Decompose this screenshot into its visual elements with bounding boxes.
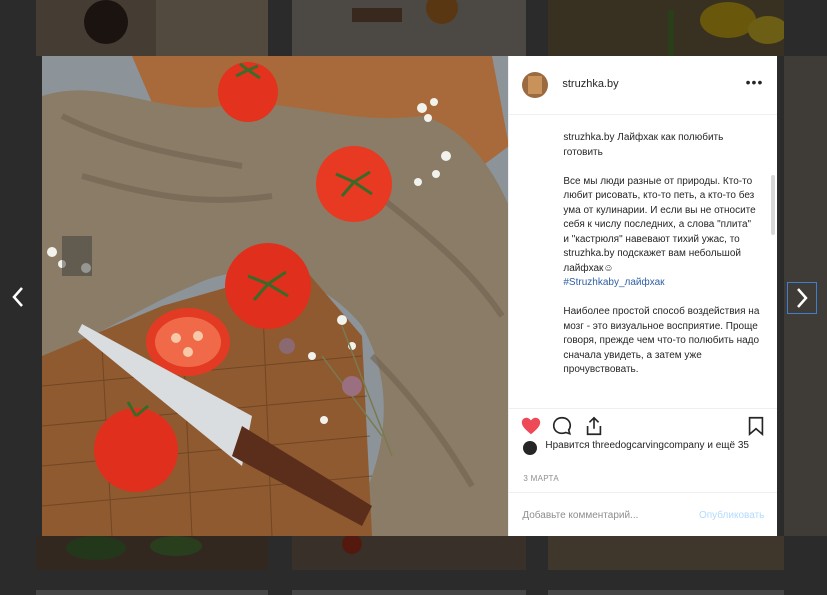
heart-icon <box>522 417 541 435</box>
caption-hashtag[interactable]: #Struzhkaby_лайфхак <box>563 277 664 288</box>
comment-form: Добавьте комментарий... Опубликовать <box>509 492 778 537</box>
like-button[interactable] <box>520 415 542 437</box>
user-avatar[interactable] <box>522 72 549 98</box>
post-photo[interactable] <box>42 56 509 536</box>
liker-username[interactable]: threedogcarvingcompany <box>592 440 704 451</box>
caption-username[interactable]: struzhka.by <box>563 132 614 143</box>
share-button[interactable] <box>583 415 605 437</box>
publish-comment-button[interactable]: Опубликовать <box>699 510 764 521</box>
chevron-right-icon <box>797 288 808 308</box>
post-header: struzhka.by ••• <box>509 56 778 115</box>
caption-scrollbar[interactable] <box>771 175 776 235</box>
post-caption: struzhka.by Лайфхак как полюбить готовит… <box>563 131 759 392</box>
likes-others[interactable]: и ещё 35 <box>705 440 749 451</box>
caption-paragraph-1: Все мы люди разные от природы. Кто-то лю… <box>563 175 756 274</box>
liker-avatar[interactable] <box>523 441 538 455</box>
post-sidebar: struzhka.by ••• struzhka.by Лайфхак как … <box>508 56 778 537</box>
comment-icon <box>553 416 572 436</box>
next-post-button[interactable] <box>787 282 817 314</box>
more-options-icon[interactable]: ••• <box>746 74 764 90</box>
comment-input[interactable]: Добавьте комментарий... <box>522 510 638 521</box>
post-date[interactable]: 3 МАРТА <box>523 474 559 483</box>
post-username[interactable]: struzhka.by <box>562 78 618 90</box>
caption-paragraph-2: Наиболее простой способ воздействия на м… <box>563 306 760 375</box>
caption-scroll-area[interactable]: struzhka.by Лайфхак как полюбить готовит… <box>509 115 777 407</box>
likes-text: Нравится threedogcarvingcompany и ещё 35 <box>545 440 749 451</box>
post-modal: struzhka.by ••• struzhka.by Лайфхак как … <box>42 56 778 537</box>
save-button[interactable] <box>745 415 767 437</box>
bookmark-icon <box>749 416 764 437</box>
previous-post-button[interactable] <box>6 280 30 314</box>
post-actions <box>509 408 778 439</box>
comment-button[interactable] <box>551 415 573 437</box>
share-icon <box>587 416 602 436</box>
chevron-left-icon <box>12 287 23 307</box>
